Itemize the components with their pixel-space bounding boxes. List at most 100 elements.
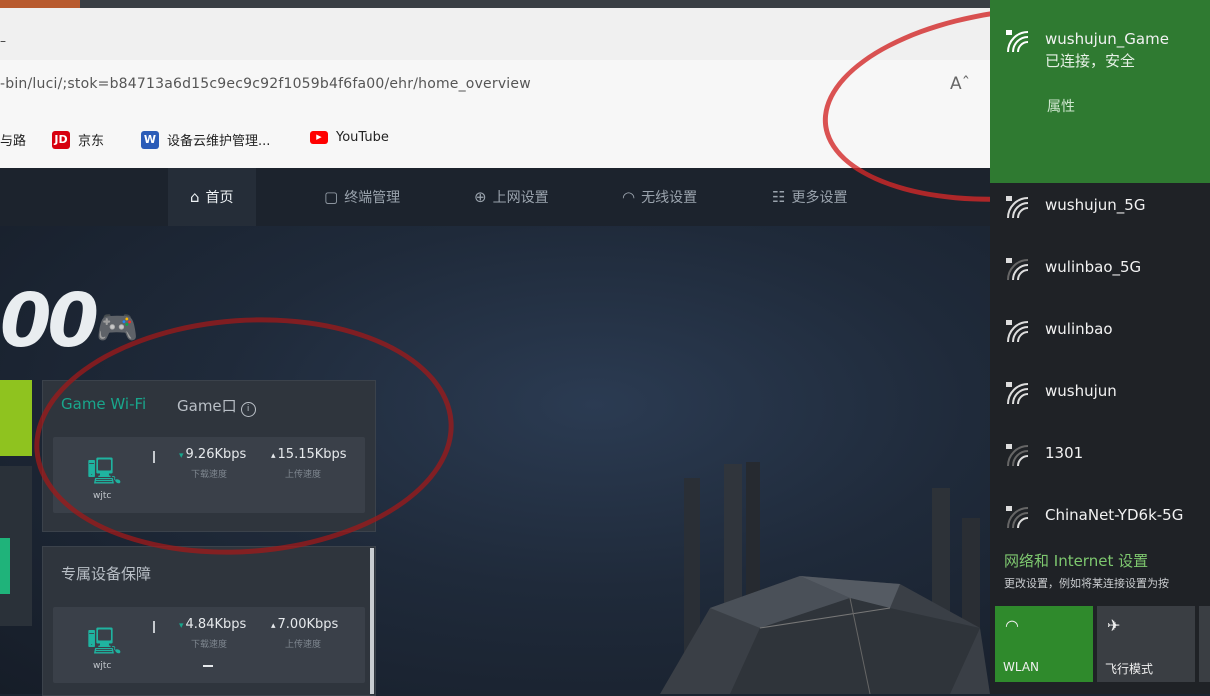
connected-network[interactable]: wushujun_Game 已连接，安全 属性	[990, 0, 1210, 183]
wlan-toggle-tile[interactable]: ◠ WLAN	[995, 606, 1093, 682]
settings-icon: ☷	[772, 188, 786, 206]
nav-label: 上网设置	[492, 190, 549, 206]
secure-wifi-icon	[1006, 258, 1029, 281]
connected-ssid: wushujun_Game	[1045, 30, 1169, 48]
info-icon[interactable]: i	[240, 402, 256, 417]
globe-icon: ⊕	[474, 188, 487, 206]
download-speed: ▾ 4.84Kbps	[179, 617, 246, 632]
nav-more-settings[interactable]: ☷ 更多设置	[772, 168, 847, 226]
tab-dash: –	[0, 34, 6, 48]
nav-label: 无线设置	[641, 190, 698, 206]
download-value: 9.26Kbps	[185, 447, 247, 462]
network-ssid: wushujun_5G	[1045, 196, 1146, 214]
upload-speed: ▴ 7.00Kbps	[271, 617, 338, 632]
bookmark-jd[interactable]: JD 京东	[52, 130, 104, 149]
bookmarks-bar: 与路 JD 京东 W 设备云维护管理... ▶ YouTube	[0, 112, 990, 168]
monitor-icon: ▢	[324, 188, 339, 206]
tab-tint	[0, 0, 80, 8]
download-value: 4.84Kbps	[185, 617, 247, 632]
address-bar[interactable]: -bin/luci/;stok=b84713a6d15c9ec9c92f1059…	[0, 60, 990, 112]
device-row[interactable]: 🖳 wjtc ▾ 4.84Kbps 下载速度 ▴ 7.00Kbps 上传速度	[53, 607, 365, 683]
read-aloud-icon[interactable]: Aˆ	[950, 74, 970, 94]
download-label: 下载速度	[191, 470, 228, 480]
upload-label: 上传速度	[285, 470, 322, 480]
game-wifi-card: Game Wi-Fi Game口 i 🖳 wjtc ▾ 9.26Kbps 下载速度 …	[42, 380, 376, 532]
tab-game-port[interactable]: Game口 i	[177, 395, 256, 417]
network-settings-desc: 更改设置，例如将某连接设置为按	[1004, 577, 1169, 590]
airplane-mode-tile[interactable]: ✈ 飞行模式	[1097, 606, 1195, 682]
bookmark-item[interactable]: 与路	[0, 130, 26, 149]
network-ssid: ChinaNet-YD6k-5G	[1045, 506, 1184, 524]
tile-label: 飞行模式	[1105, 662, 1154, 676]
download-arrow-icon: ▾	[179, 621, 184, 631]
wifi-network-item[interactable]: wushujun_5G	[990, 176, 1210, 238]
secure-wifi-icon	[1006, 320, 1029, 343]
wifi-network-item[interactable]: ChinaNet-YD6k-5G	[990, 486, 1210, 548]
nav-wireless-settings[interactable]: ◠ 无线设置	[622, 168, 697, 226]
network-settings-link[interactable]: 网络和 Internet 设置	[1004, 550, 1148, 571]
separator	[153, 621, 155, 633]
bookmark-label: 与路	[0, 134, 27, 149]
bookmark-label: 京东	[78, 134, 105, 149]
download-label: 下载速度	[191, 640, 228, 650]
browser-top-strip	[0, 0, 990, 8]
wifi-icon: ◠	[622, 188, 636, 206]
left-card-bar	[0, 538, 10, 594]
upload-speed: ▴ 15.15Kbps	[271, 447, 347, 462]
home-icon: ⌂	[190, 188, 200, 206]
nav-label: 终端管理	[344, 190, 401, 206]
nav-internet-settings[interactable]: ⊕ 上网设置	[474, 168, 549, 226]
scrollbar[interactable]	[370, 548, 374, 694]
nav-label: 更多设置	[791, 190, 848, 206]
secure-wifi-icon	[1006, 382, 1029, 405]
network-ssid: 1301	[1045, 444, 1084, 462]
jd-icon: JD	[52, 130, 70, 149]
tab-game-wifi[interactable]: Game Wi-Fi	[61, 395, 146, 413]
properties-link[interactable]: 属性	[1047, 96, 1075, 116]
connection-status: 已连接，安全	[1045, 52, 1136, 70]
nav-label: 首页	[205, 190, 234, 206]
wifi-network-item[interactable]: 1301	[990, 424, 1210, 486]
wifi-network-item[interactable]: wulinbao_5G	[990, 238, 1210, 300]
card-title: 专属设备保障	[61, 565, 152, 583]
gamepad-icon: 🎮	[96, 308, 139, 348]
wifi-icon: ◠	[1005, 616, 1019, 635]
upload-arrow-icon: ▴	[271, 451, 276, 461]
download-arrow-icon: ▾	[179, 451, 184, 461]
bookmark-youtube[interactable]: ▶ YouTube	[310, 130, 389, 145]
w-icon: W	[141, 130, 159, 149]
upload-label: 上传速度	[285, 640, 322, 650]
secure-wifi-icon	[1006, 30, 1029, 53]
wifi-network-item[interactable]: wulinbao	[990, 300, 1210, 362]
wifi-network-item[interactable]: wushujun	[990, 362, 1210, 424]
status-strip	[0, 380, 32, 456]
device-row[interactable]: 🖳 wjtc ▾ 9.26Kbps 下载速度 ▴ 15.15Kbps 上传速度	[53, 437, 365, 513]
router-image	[660, 462, 990, 694]
network-ssid: wushujun	[1045, 382, 1117, 400]
download-speed: ▾ 9.26Kbps	[179, 447, 246, 462]
router-page: ⌂ 首页 ▢ 终端管理 ⊕ 上网设置 ◠ 无线设置 ☷ 更多设置 00 🎮 Ga…	[0, 168, 990, 696]
upload-value: 15.15Kbps	[277, 447, 347, 462]
separator	[153, 451, 155, 463]
bookmark-label: 设备云维护管理...	[167, 134, 271, 149]
nav-home[interactable]: ⌂ 首页	[168, 168, 256, 226]
partial-tile[interactable]	[1199, 606, 1210, 682]
left-partial-card	[0, 466, 32, 626]
exclusive-device-card: 专属设备保障 🖳 wjtc ▾ 4.84Kbps 下载速度 ▴ 7.00Kbps 上…	[42, 546, 376, 696]
tab-area: –	[0, 8, 990, 60]
upload-value: 7.00Kbps	[277, 617, 339, 632]
bookmark-device-cloud[interactable]: W 设备云维护管理...	[141, 130, 270, 149]
wifi-flyout: wushujun_Game 已连接，安全 属性 wushujun_5G wuli…	[990, 0, 1210, 694]
secure-wifi-icon	[1006, 444, 1029, 467]
router-model-text: 00	[0, 278, 99, 364]
secure-wifi-icon	[1006, 506, 1029, 529]
device-label: wjtc	[93, 491, 112, 501]
bookmark-label: YouTube	[336, 130, 389, 145]
nav-terminal-management[interactable]: ▢ 终端管理	[324, 168, 400, 226]
device-label: wjtc	[93, 661, 112, 671]
secure-wifi-icon	[1006, 196, 1029, 219]
address-url[interactable]: -bin/luci/;stok=b84713a6d15c9ec9c92f1059…	[0, 76, 531, 92]
youtube-icon: ▶	[310, 131, 328, 144]
network-ssid: wulinbao	[1045, 320, 1113, 338]
network-ssid: wulinbao_5G	[1045, 258, 1142, 276]
